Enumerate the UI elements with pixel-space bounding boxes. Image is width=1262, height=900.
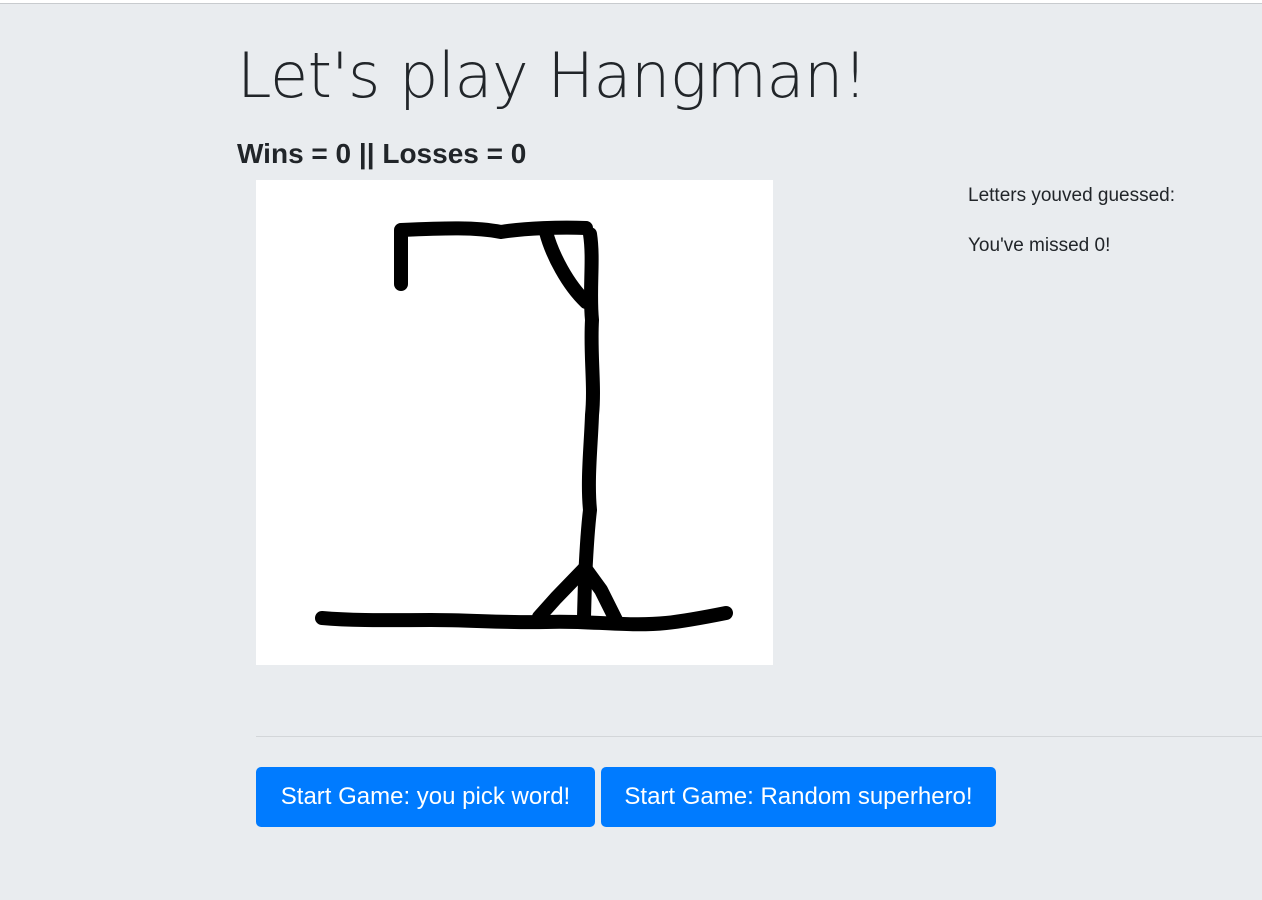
hangman-drawing bbox=[256, 180, 773, 665]
gallows-base bbox=[315, 606, 733, 632]
page-title: Let's play Hangman! bbox=[237, 39, 868, 112]
missed-count: You've missed 0! bbox=[968, 235, 1111, 256]
gallows-corner-brace bbox=[539, 225, 593, 309]
start-game-random-superhero-button[interactable]: Start Game: Random superhero! bbox=[601, 767, 996, 827]
start-game-pick-word-button[interactable]: Start Game: you pick word! bbox=[256, 767, 595, 827]
status-panel: Letters youved guessed: You've missed 0! bbox=[968, 184, 1248, 258]
section-divider bbox=[256, 736, 1262, 737]
score-counter: Wins = 0 || Losses = 0 bbox=[237, 138, 527, 169]
guessed-letters-label: Letters youved guessed: bbox=[968, 185, 1176, 206]
gallows-illustration bbox=[315, 220, 733, 632]
